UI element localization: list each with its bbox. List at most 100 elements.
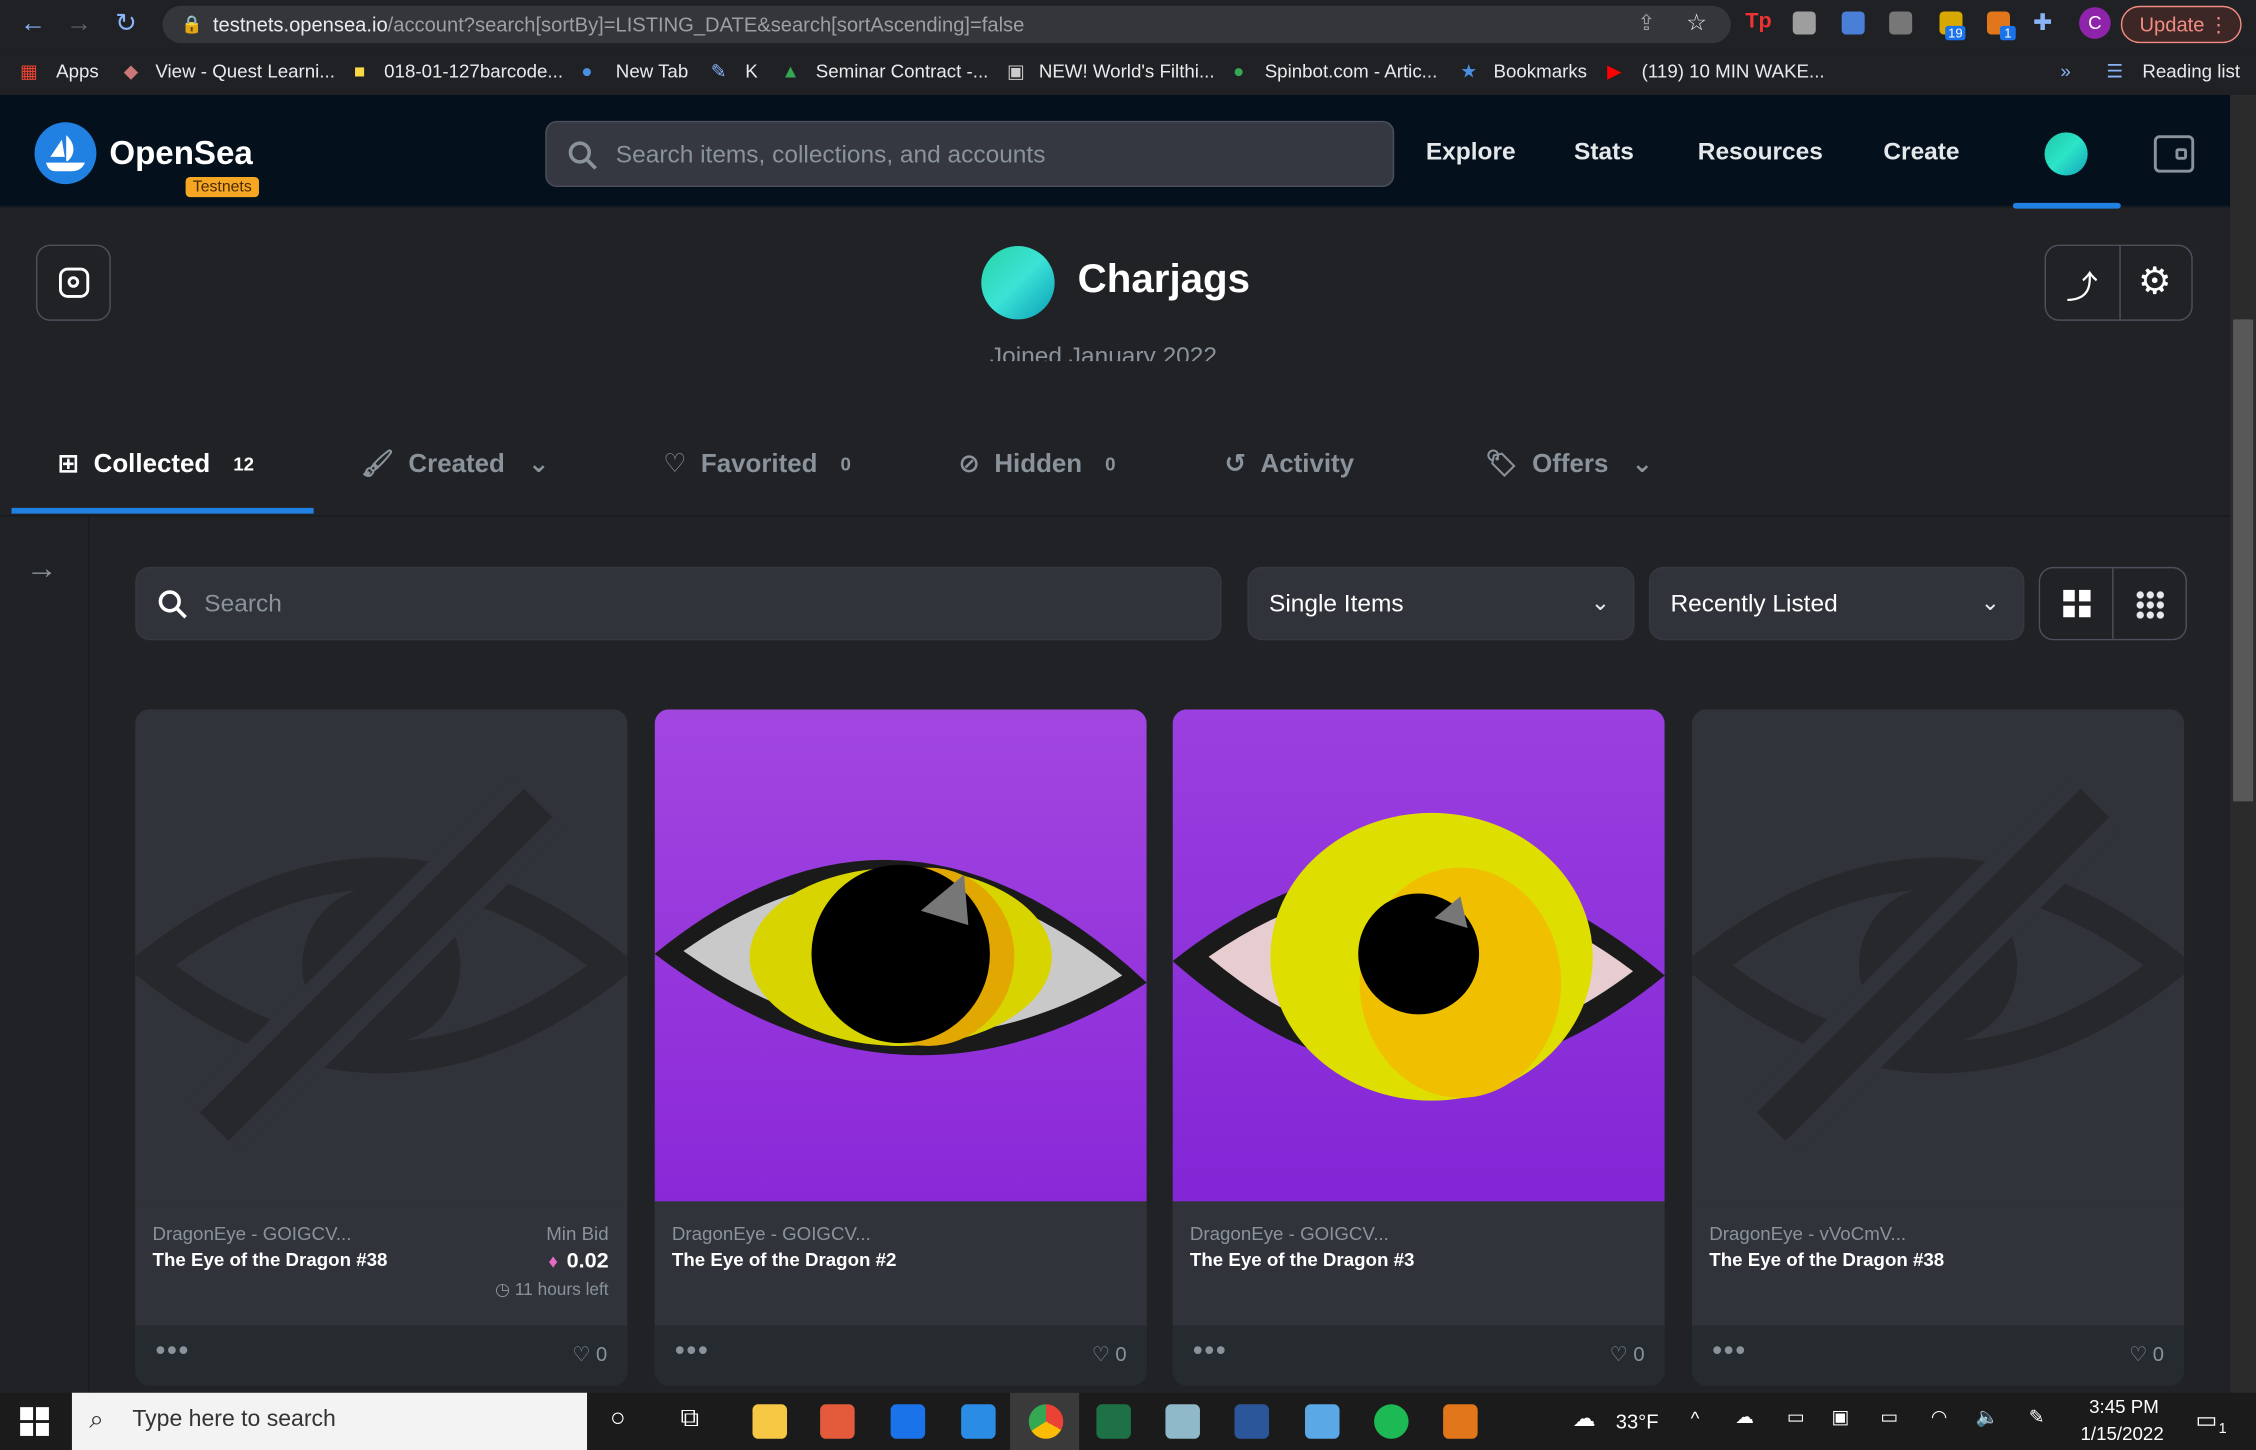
bookmark-k[interactable]: K [745,60,757,82]
like-button[interactable]: ♡ 0 [572,1342,607,1366]
bookmark-apps[interactable]: Apps [56,60,99,82]
more-options-icon[interactable]: ••• [1193,1335,1228,1368]
word-icon[interactable] [1234,1404,1270,1439]
bookmark-quest[interactable]: View - Quest Learni... [155,60,335,82]
weather-temp[interactable]: 33°F [1616,1410,1659,1433]
metamask-taskbar-icon[interactable] [1443,1404,1478,1439]
tab-hidden[interactable]: ⊘ Hidden 0 [958,449,1115,479]
profile-avatar-icon[interactable]: C [2079,7,2111,39]
gear-icon[interactable]: ⚙ [2138,259,2172,304]
bookmark-new-tab[interactable]: New Tab [616,60,688,82]
taskbar-search-input[interactable]: ⌕ Type here to search [71,1392,588,1450]
address-bar[interactable]: 🔒 testnets.opensea.io/account?search[sort… [162,5,1731,44]
clock-time[interactable]: 3:45 PM [2089,1396,2159,1418]
translate-extension-icon[interactable] [1841,11,1865,35]
card-collection[interactable]: DragonEye - GOIGCV... [672,1223,871,1245]
like-count: 0 [1115,1342,1127,1366]
pen-icon[interactable]: ✎ [2029,1406,2045,1429]
nav-stats[interactable]: Stats [1574,138,1634,167]
item-type-dropdown[interactable]: Single Items ⌄ [1247,566,1635,641]
reload-icon[interactable]: ↻ [115,9,137,39]
tab-favorited[interactable]: ♡ Favorited 0 [663,449,851,479]
opensea-logo-icon[interactable] [34,122,97,185]
small-grid-icon[interactable] [2135,589,2164,619]
card-collection[interactable]: DragonEye - GOIGCV... [1190,1223,1389,1245]
nav-explore[interactable]: Explore [1426,138,1516,167]
tray-app-icon[interactable]: ▣ [1832,1406,1850,1429]
bookmark-seminar[interactable]: Seminar Contract -... [816,60,989,82]
tab-favorited-count: 0 [840,453,851,475]
bookmark-world[interactable]: NEW! World's Filthi... [1039,60,1215,82]
mail-icon[interactable] [890,1404,926,1439]
sort-dropdown[interactable]: Recently Listed ⌄ [1648,566,2025,641]
chevron-down-icon: ⌄ [1980,591,2000,616]
app-icon[interactable] [1304,1404,1340,1439]
store-icon[interactable] [820,1404,855,1439]
tab-created[interactable]: 🖌 Created ⌄ [361,449,549,479]
tray-app-icon[interactable]: ▭ [1787,1406,1805,1429]
nav-create[interactable]: Create [1883,138,1959,167]
spotify-icon[interactable] [1374,1404,1409,1439]
clock-date[interactable]: 1/15/2022 [2081,1423,2164,1445]
wallet-icon[interactable] [2153,135,2195,173]
nft-card[interactable]: DragonEye - GOIGCV... The Eye of the Dra… [654,709,1147,1386]
global-search-input[interactable]: Search items, collections, and accounts [545,120,1395,188]
chrome-icon[interactable] [1028,1404,1064,1439]
more-options-icon[interactable]: ••• [675,1335,710,1368]
more-bookmarks[interactable]: » [2060,60,2070,82]
tab-collected[interactable]: ⊞ Collected 12 [58,449,255,479]
account-avatar[interactable] [2044,132,2088,176]
share-icon[interactable]: ⤴ [2066,262,2098,308]
expand-filters-arrow-icon[interactable]: → [26,550,58,587]
nft-card[interactable]: DragonEye - GOIGCV... The Eye of the Dra… [135,709,628,1386]
filter-sidebar-divider [87,516,90,1395]
bookmark-barcode[interactable]: 018-01-127barcode... [384,60,563,82]
instagram-button[interactable] [35,244,111,321]
app-icon[interactable] [961,1404,996,1439]
notifications-icon[interactable]: ▭ [2196,1406,2218,1435]
extension-icon[interactable] [1792,11,1816,35]
tab-activity[interactable]: ↺ Activity [1224,449,1354,479]
battery-icon[interactable]: ▭ [1881,1406,1899,1429]
onedrive-icon[interactable]: ☁ [1735,1406,1754,1429]
volume-icon[interactable]: 🔈 [1975,1406,1998,1429]
reading-list[interactable]: Reading list [2142,60,2240,82]
star-icon[interactable]: ☆ [1686,9,1707,38]
large-grid-button[interactable] [2040,568,2114,639]
card-collection[interactable]: DragonEye - GOIGCV... [153,1223,352,1245]
app-icon[interactable] [1165,1404,1200,1439]
more-options-icon[interactable]: ••• [1712,1335,1747,1368]
excel-icon[interactable] [1096,1404,1131,1439]
heart-icon: ♡ [572,1342,596,1366]
update-button[interactable]: Update ⋮ [2120,5,2242,44]
bookmark-spinbot[interactable]: Spinbot.com - Artic... [1265,60,1438,82]
windows-start-icon[interactable] [20,1407,49,1436]
like-button[interactable]: ♡ 0 [1610,1342,1645,1366]
puzzle-icon[interactable]: ✚ [2033,9,2052,38]
file-explorer-icon[interactable] [752,1404,788,1439]
like-button[interactable]: ♡ 0 [2129,1342,2164,1366]
like-button[interactable]: ♡ 0 [1092,1342,1127,1366]
cortana-icon[interactable]: ○ [610,1403,626,1433]
bookmark-youtube[interactable]: (119) 10 MIN WAKE... [1642,60,1825,82]
nav-resources[interactable]: Resources [1698,138,1823,167]
tray-chevron-icon[interactable]: ^ [1691,1407,1700,1429]
forward-arrow-icon[interactable]: → [66,9,92,39]
nft-card[interactable]: DragonEye - GOIGCV... The Eye of the Dra… [1172,709,1665,1386]
extension-icon[interactable] [1889,11,1913,35]
scrollbar-thumb[interactable] [2233,319,2254,802]
task-view-icon[interactable]: ⧉ [681,1403,700,1433]
nft-card[interactable]: DragonEye - vVoCmV... The Eye of the Dra… [1692,709,2185,1386]
tp-extension-icon[interactable]: Tp [1745,9,1771,33]
bookmark-bookmarks[interactable]: Bookmarks [1493,60,1587,82]
more-options-icon[interactable]: ••• [155,1335,190,1368]
brand-name[interactable]: OpenSea [109,134,252,173]
collection-search-input[interactable]: Search [135,566,1222,641]
wifi-icon[interactable]: ◠ [1931,1406,1947,1429]
notification-count: 1 [2218,1421,2227,1438]
update-label: Update [2139,12,2205,36]
card-collection[interactable]: DragonEye - vVoCmV... [1709,1223,1906,1245]
share-page-icon[interactable]: ⇪ [1637,10,1655,36]
back-arrow-icon[interactable]: ← [20,9,46,39]
tab-offers[interactable]: 🏷 Offers ⌄ [1485,449,1653,479]
